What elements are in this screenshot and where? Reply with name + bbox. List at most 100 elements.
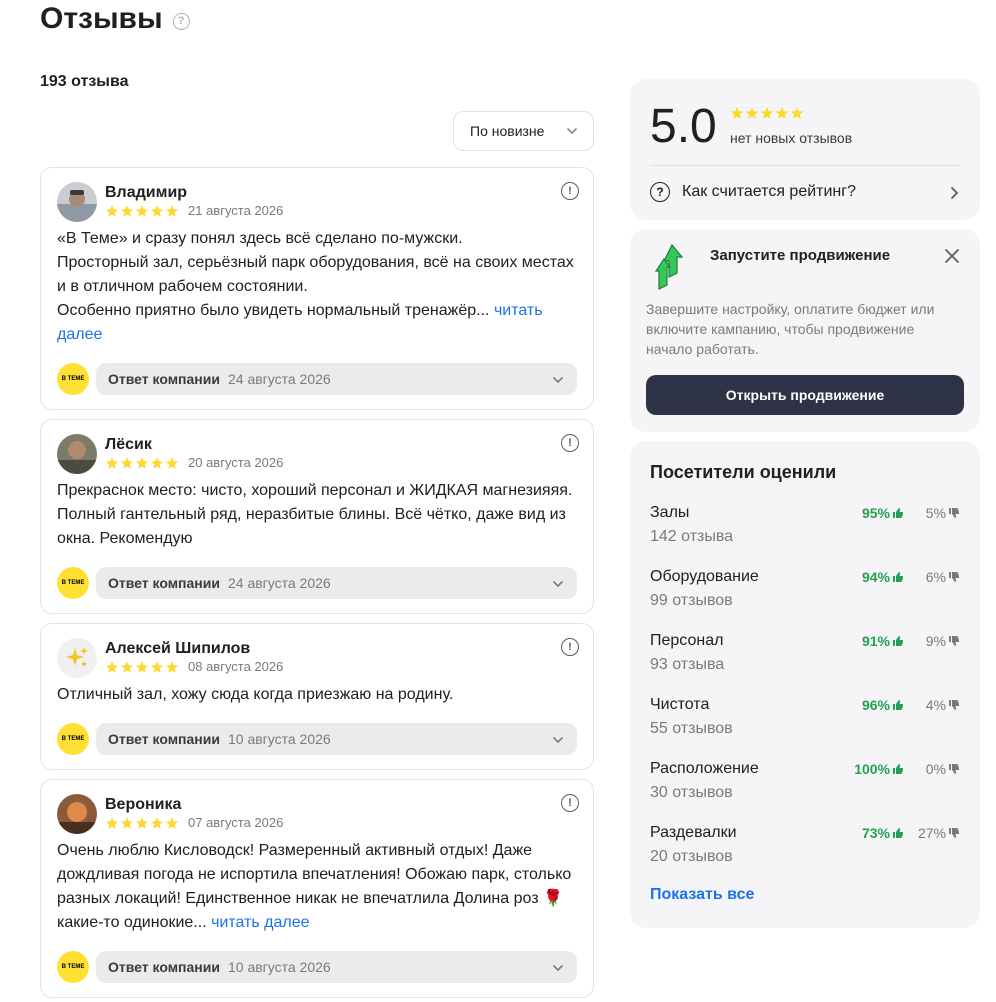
- company-reply[interactable]: В ТЕМЕ Ответ компании 10 августа 2026: [57, 951, 577, 983]
- visitors-rated-card: Посетители оценили Залы 142 отзыва 95% 5…: [630, 441, 980, 928]
- thumbs-down-icon: [949, 700, 959, 710]
- sort-label: По новизне: [470, 123, 545, 139]
- star-icon: [760, 107, 774, 119]
- how-rating-label: Как считается рейтинг?: [682, 183, 856, 200]
- review-text: Очень люблю Кисловодск! Размеренный акти…: [57, 839, 577, 935]
- company-reply-toggle[interactable]: Ответ компании 10 августа 2026: [96, 951, 577, 983]
- open-promotion-button[interactable]: Открыть продвижение: [646, 375, 964, 415]
- star-icon: [105, 817, 119, 829]
- close-icon[interactable]: [944, 248, 960, 264]
- chevron-down-icon: [553, 581, 563, 588]
- divider: [650, 165, 960, 166]
- category-count: 99 отзывов: [650, 592, 733, 609]
- thumbs-down-icon: [949, 828, 959, 838]
- sort-dropdown[interactable]: По новизне: [453, 111, 594, 151]
- category-name[interactable]: Оборудование: [650, 568, 759, 586]
- company-logo: В ТЕМЕ: [57, 951, 89, 983]
- question-circle-icon[interactable]: ?: [172, 12, 190, 30]
- review-author[interactable]: Алексей Шипилов: [105, 640, 250, 658]
- star-icon: [135, 817, 149, 829]
- thumbs-up-icon: [893, 700, 903, 710]
- reply-date: 24 августа 2026: [227, 371, 331, 387]
- reply-date: 10 августа 2026: [227, 731, 331, 747]
- report-icon[interactable]: !: [561, 638, 579, 656]
- company-reply[interactable]: В ТЕМЕ Ответ компании 24 августа 2026: [57, 363, 577, 395]
- sparkles-icon: [66, 647, 88, 667]
- avatar[interactable]: [57, 794, 97, 834]
- company-reply-toggle[interactable]: Ответ компании 24 августа 2026: [96, 363, 577, 395]
- category-row: Раздевалки 20 отзывов 73% 27%: [650, 824, 960, 874]
- read-more-link[interactable]: читать далее: [211, 914, 309, 931]
- company-reply[interactable]: В ТЕМЕ Ответ компании 24 августа 2026: [57, 567, 577, 599]
- thumbs-down-icon: [949, 636, 959, 646]
- rating-stars: [105, 204, 179, 218]
- category-name[interactable]: Залы: [650, 504, 689, 522]
- promo-text: Завершите настройку, оплатите бюджет или…: [646, 301, 935, 357]
- category-name[interactable]: Чистота: [650, 696, 709, 714]
- review-date: 07 августа 2026: [188, 815, 284, 830]
- category-name[interactable]: Раздевалки: [650, 824, 737, 842]
- review-author[interactable]: Лёсик: [105, 436, 152, 454]
- report-icon[interactable]: !: [561, 794, 579, 812]
- page-title: Отзывы ?: [40, 2, 190, 36]
- avatar[interactable]: [57, 434, 97, 474]
- rating-stars: [730, 106, 804, 120]
- company-logo: В ТЕМЕ: [57, 723, 89, 755]
- promo-card: Запустите продвижение Завершите настройк…: [630, 229, 980, 432]
- thumbs-down-icon: [949, 764, 959, 774]
- rating-stars: [105, 456, 179, 470]
- positive-percent: 73%: [861, 825, 890, 841]
- positive-share: 94%: [862, 569, 904, 585]
- chevron-down-icon: [553, 377, 563, 384]
- thumbs-down-icon: [949, 508, 959, 518]
- review-text: Прекраснок место: чисто, хороший персона…: [57, 482, 573, 547]
- positive-percent: 95%: [861, 505, 890, 521]
- negative-percent: 4%: [925, 697, 946, 713]
- rating-subtitle: нет новых отзывов: [730, 130, 853, 146]
- company-reply-toggle[interactable]: Ответ компании 10 августа 2026: [96, 723, 577, 755]
- thumbs-up-icon: [893, 764, 903, 774]
- category-name[interactable]: Расположение: [650, 760, 759, 778]
- reply-date: 10 августа 2026: [227, 959, 331, 975]
- chevron-right-icon[interactable]: [948, 186, 960, 200]
- chevron-down-icon: [553, 737, 563, 744]
- show-all-link[interactable]: Показать все: [650, 886, 754, 904]
- company-reply[interactable]: В ТЕМЕ Ответ компании 10 августа 2026: [57, 723, 577, 755]
- report-icon[interactable]: !: [561, 182, 579, 200]
- positive-share: 95%: [862, 505, 904, 521]
- star-icon: [135, 205, 149, 217]
- avatar[interactable]: [57, 638, 97, 678]
- star-icon: [105, 205, 119, 217]
- visitors-rated-title: Посетители оценили: [650, 462, 837, 482]
- review-author[interactable]: Владимир: [105, 184, 187, 202]
- rating-score: 5.0: [650, 100, 717, 153]
- negative-share: 0%: [926, 761, 960, 777]
- thumbs-down-icon: [949, 572, 959, 582]
- company-logo: В ТЕМЕ: [57, 363, 89, 395]
- positive-share: 91%: [862, 633, 904, 649]
- company-reply-toggle[interactable]: Ответ компании 24 августа 2026: [96, 567, 577, 599]
- avatar[interactable]: [57, 182, 97, 222]
- positive-percent: 100%: [854, 761, 890, 777]
- review-text-line: «В Теме» и сразу понял здесь всё сделано…: [57, 230, 463, 247]
- negative-percent: 9%: [925, 633, 946, 649]
- page-title-text: Отзывы: [40, 2, 163, 35]
- category-count: 55 отзывов: [650, 720, 733, 737]
- reply-label: Ответ компании: [108, 731, 220, 747]
- reply-label: Ответ компании: [108, 959, 220, 975]
- rating-card: 5.0 нет новых отзывов ? Как считается ре…: [630, 79, 980, 220]
- star-icon: [150, 205, 164, 217]
- review-date: 21 августа 2026: [188, 203, 284, 218]
- question-circle-icon: ?: [650, 182, 670, 202]
- star-icon: [150, 457, 164, 469]
- rating-stars: [105, 816, 179, 830]
- positive-share: 100%: [854, 761, 904, 777]
- star-icon: [105, 661, 119, 673]
- review-author[interactable]: Вероника: [105, 796, 181, 814]
- report-icon[interactable]: !: [561, 434, 579, 452]
- positive-percent: 96%: [861, 697, 890, 713]
- how-rating-link[interactable]: ? Как считается рейтинг?: [650, 182, 856, 202]
- star-icon: [150, 661, 164, 673]
- star-icon: [120, 661, 134, 673]
- category-name[interactable]: Персонал: [650, 632, 723, 650]
